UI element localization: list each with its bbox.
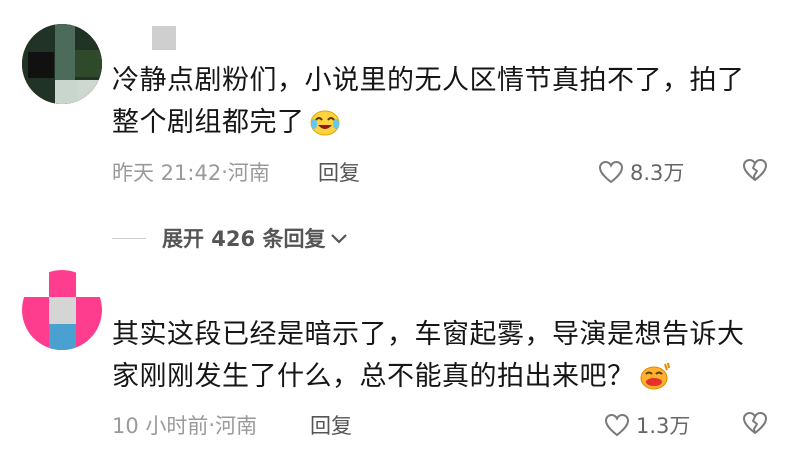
reply-button[interactable]: 回复 (318, 157, 360, 187)
dislike-button[interactable] (742, 158, 768, 186)
broken-heart-icon (743, 411, 768, 434)
like-button[interactable]: 8.3万 (598, 157, 684, 187)
avatar[interactable] (22, 24, 102, 104)
comment-meta: 昨天 21:42 · 河南 (112, 157, 270, 187)
location: 河南 (215, 414, 258, 438)
crying-laughing-emoji-icon (309, 107, 341, 150)
chevron-down-icon (331, 234, 348, 244)
location: 河南 (227, 161, 270, 185)
dislike-button[interactable] (742, 411, 768, 439)
comment-text: 其实这段已经是暗示了，车窗起雾，导演是想告诉大 家刚刚发生了什么，总不能真的拍出… (112, 314, 792, 404)
expand-replies-button[interactable]: 展开 426 条回复 (112, 223, 349, 253)
expand-replies-label: 展开 426 条回复 (162, 227, 326, 251)
username-placeholder[interactable] (152, 26, 176, 50)
comment-meta: 10 小时前 · 河南 (112, 410, 257, 440)
broken-heart-icon (743, 158, 768, 181)
comment-text: 冷静点剧粉们，小说里的无人区情节真拍不了，拍了 整个剧组都完了 (112, 60, 792, 150)
reply-button[interactable]: 回复 (310, 410, 352, 440)
avatar[interactable] (22, 270, 102, 350)
heart-icon (604, 413, 630, 437)
sweating-face-emoji-icon (639, 361, 671, 404)
timestamp: 昨天 21:42 (112, 161, 222, 185)
timestamp: 10 小时前 (112, 414, 209, 438)
heart-icon (598, 160, 624, 184)
like-count: 1.3万 (636, 414, 691, 438)
like-button[interactable]: 1.3万 (604, 410, 690, 440)
separator: · (221, 160, 228, 184)
like-count: 8.3万 (630, 161, 685, 185)
divider (112, 237, 146, 239)
separator: · (208, 413, 216, 437)
